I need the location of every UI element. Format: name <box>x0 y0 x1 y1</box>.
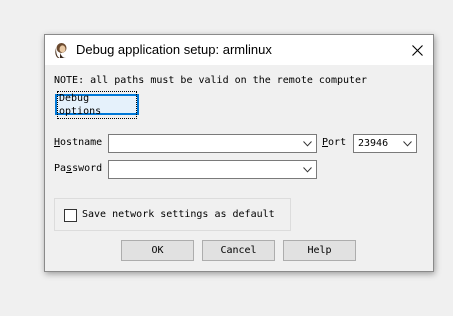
chevron-down-icon[interactable] <box>301 137 314 151</box>
password-label-start: Pa <box>54 163 67 174</box>
save-settings-group: Save network settings as default <box>54 198 291 231</box>
save-settings-label[interactable]: Save network settings as default <box>82 209 275 220</box>
cancel-button[interactable]: Cancel <box>202 240 275 261</box>
chevron-down-icon[interactable] <box>401 137 414 151</box>
app-icon <box>53 42 70 59</box>
password-label-rest: sword <box>72 163 103 174</box>
help-button[interactable]: Help <box>283 240 356 261</box>
port-label-rest: ort <box>328 137 347 148</box>
cancel-label: Cancel <box>220 245 257 256</box>
window-title: Debug application setup: armlinux <box>76 42 272 57</box>
password-combobox[interactable] <box>108 160 317 179</box>
hostname-combobox[interactable] <box>108 134 317 153</box>
desktop-background: Debug application setup: armlinux NOTE: … <box>0 0 453 316</box>
close-icon <box>411 41 423 60</box>
debug-setup-dialog: Debug application setup: armlinux NOTE: … <box>44 34 434 272</box>
hostname-label-rest: ostname <box>60 137 103 148</box>
save-settings-checkbox[interactable] <box>64 209 77 222</box>
title-bar[interactable]: Debug application setup: armlinux <box>45 35 433 65</box>
port-combobox[interactable]: 23946 <box>353 134 417 153</box>
ok-button[interactable]: OK <box>121 240 194 261</box>
help-label: Help <box>307 245 332 256</box>
paths-note: NOTE: all paths must be valid on the rem… <box>54 75 368 86</box>
debug-options-button[interactable]: Debug options <box>55 90 139 119</box>
close-button[interactable] <box>407 40 427 60</box>
password-label: Password <box>54 163 102 174</box>
port-label: Port <box>322 137 346 148</box>
port-value: 23946 <box>358 138 389 149</box>
chevron-down-icon[interactable] <box>301 163 314 177</box>
debug-options-label: Debug options <box>57 90 137 119</box>
hostname-label: Hostname <box>54 137 102 148</box>
ok-label: OK <box>151 245 164 256</box>
